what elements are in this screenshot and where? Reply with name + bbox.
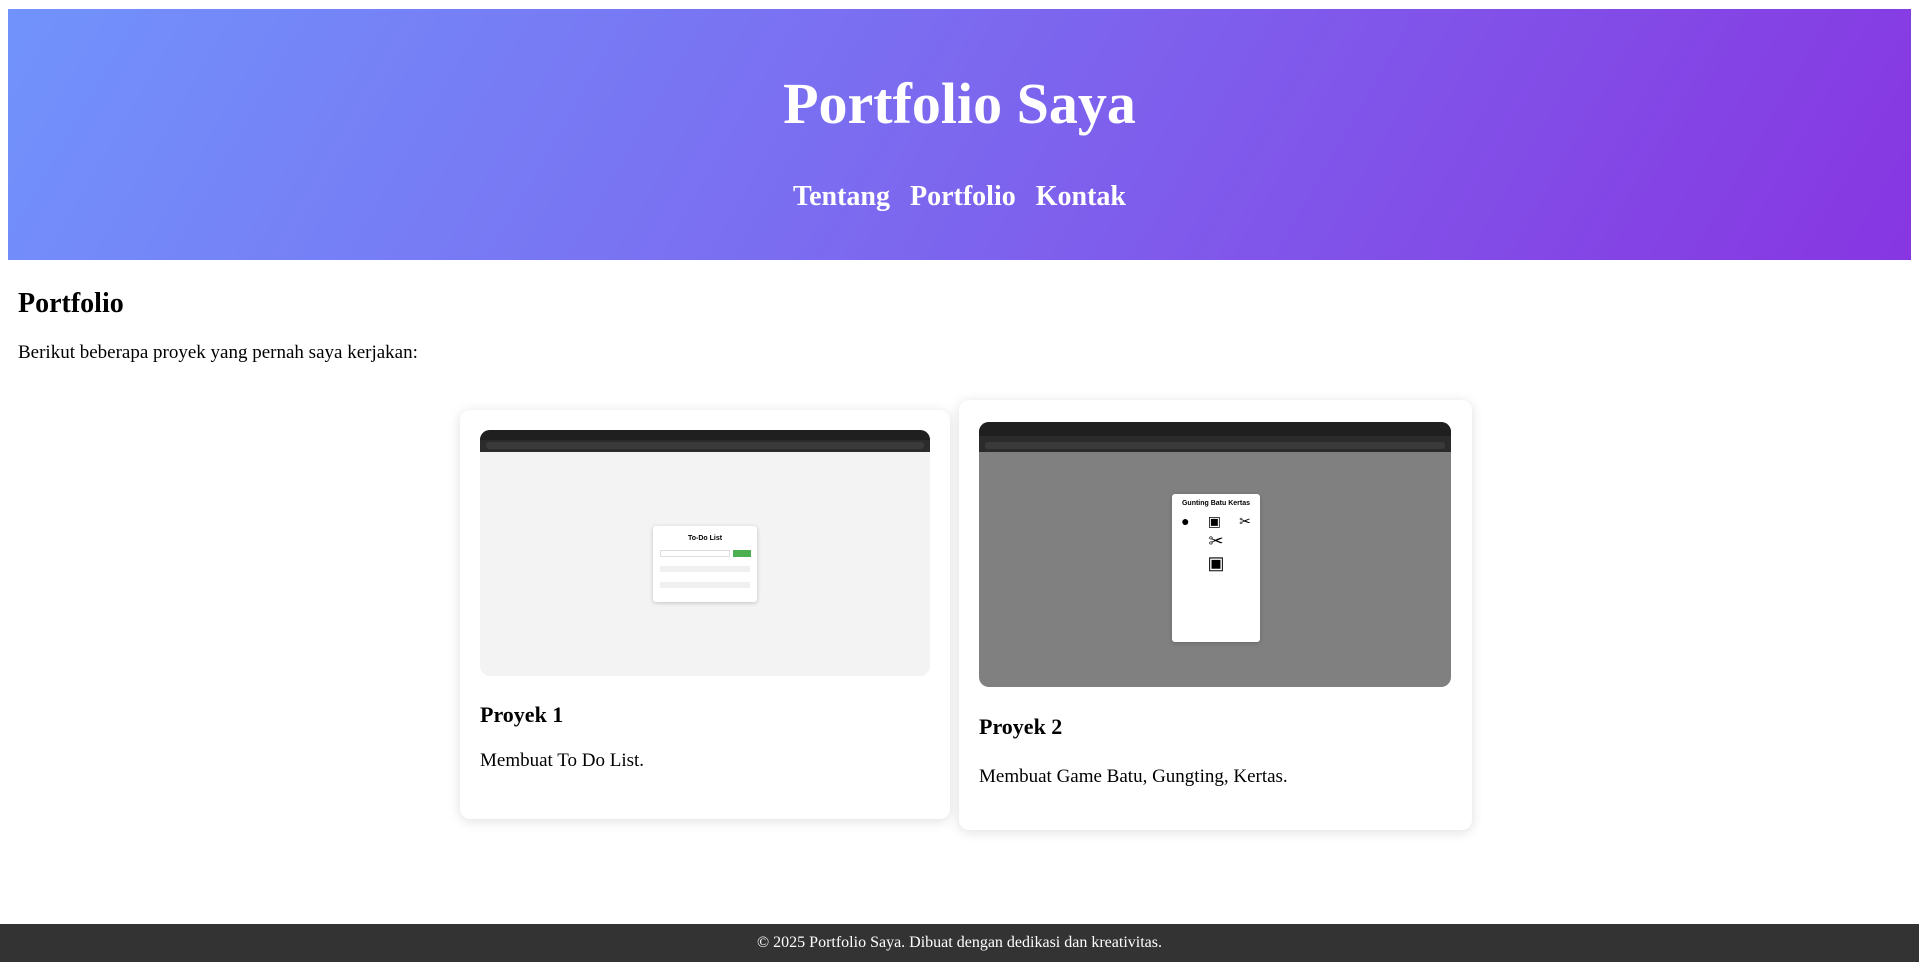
todo-row-preview — [660, 582, 750, 588]
game-choices-preview: ● ▣ ✂ — [1172, 513, 1260, 530]
nav-link-tentang[interactable]: Tentang — [793, 181, 890, 212]
top-strip — [0, 0, 1919, 9]
todo-app-preview: To-Do List — [653, 526, 757, 602]
project-1-description: Membuat To Do List. — [480, 750, 645, 771]
project-1-screenshot: To-Do List — [480, 430, 930, 676]
project-1-title: Proyek 1 — [480, 702, 564, 727]
nav-link-portfolio[interactable]: Portfolio — [910, 181, 1016, 212]
rock-icon: ● — [1181, 513, 1190, 529]
paper-icon: ▣ — [1207, 513, 1221, 529]
project-2-title: Proyek 2 — [979, 714, 1063, 739]
project-card-2: Gunting Batu Kertas ● ▣ ✂ ✂ ▣ Proyek 2 M… — [959, 400, 1472, 830]
paper-icon: ▣ — [1207, 553, 1225, 573]
todo-app-title: To-Do List — [687, 535, 723, 542]
game-app-title: Gunting Batu Kertas — [1181, 500, 1251, 507]
project-card-1: To-Do List Proyek 1 Membuat To Do List. — [460, 410, 950, 819]
footer-text: © 2025 Portfolio Saya. Dibuat dengan ded… — [757, 934, 1162, 951]
todo-add-button-preview — [733, 550, 751, 557]
scissors-icon: ✂ — [1239, 513, 1251, 529]
section-heading: Portfolio — [18, 288, 124, 319]
browser-chrome — [480, 430, 930, 452]
site-header: Portfolio Saya Tentang Portfolio Kontak — [8, 9, 1911, 260]
site-title: Portfolio Saya — [783, 71, 1136, 136]
project-2-screenshot: Gunting Batu Kertas ● ▣ ✂ ✂ ▣ — [979, 422, 1451, 687]
todo-row-preview — [660, 566, 750, 572]
project-2-description: Membuat Game Batu, Gungting, Kertas. — [979, 766, 1288, 787]
site-footer: © 2025 Portfolio Saya. Dibuat dengan ded… — [0, 924, 1919, 962]
portfolio-section: Portfolio Berikut beberapa proyek yang p… — [18, 288, 418, 364]
scissors-icon: ✂ — [1208, 531, 1224, 551]
section-intro: Berikut beberapa proyek yang pernah saya… — [18, 342, 418, 363]
main-nav: Tentang Portfolio Kontak — [8, 181, 1911, 213]
nav-link-kontak[interactable]: Kontak — [1036, 181, 1126, 212]
todo-input-preview — [660, 550, 730, 557]
browser-chrome — [979, 422, 1451, 452]
game-app-preview: Gunting Batu Kertas ● ▣ ✂ ✂ ▣ — [1172, 494, 1260, 642]
